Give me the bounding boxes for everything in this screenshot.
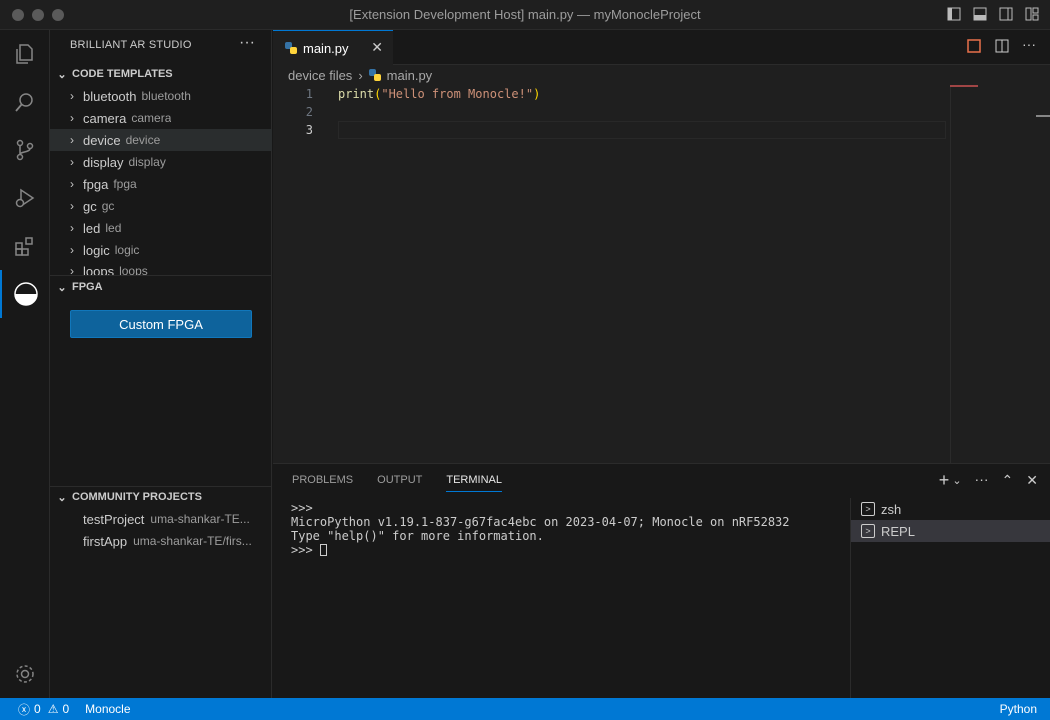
tab-problems[interactable]: PROBLEMS — [292, 474, 353, 492]
template-item-bluetooth[interactable]: › bluetooth bluetooth — [50, 85, 272, 107]
search-icon[interactable] — [0, 78, 50, 126]
window-title: [Extension Development Host] main.py — m… — [349, 7, 701, 22]
problems-status[interactable]: ⓧ 0 ⚠ 0 — [18, 701, 69, 718]
title-bar: [Extension Development Host] main.py — m… — [0, 0, 1050, 30]
breadcrumb: device files › main.py — [273, 65, 1050, 85]
close-panel-icon[interactable]: ✕ — [1026, 473, 1038, 489]
template-item-camera[interactable]: › camera camera — [50, 107, 272, 129]
template-item-device[interactable]: › device device — [50, 129, 272, 151]
customize-layout-icon[interactable] — [1024, 6, 1040, 22]
more-actions-icon[interactable]: ··· — [239, 34, 255, 52]
breadcrumb-file[interactable]: main.py — [387, 68, 433, 83]
source-control-icon[interactable] — [0, 126, 50, 174]
terminal-icon: > — [861, 502, 875, 516]
settings-gear-icon[interactable] — [0, 650, 50, 698]
tab-output[interactable]: OUTPUT — [377, 474, 422, 492]
terminal-output[interactable]: >>> MicroPython v1.19.1-837-g67fac4ebc on… — [291, 501, 790, 557]
toggle-primary-sidebar-icon[interactable] — [946, 6, 962, 22]
terminal-list: > zsh > REPL — [850, 498, 1050, 699]
run-debug-icon[interactable] — [0, 174, 50, 222]
brilliant-ar-studio-icon[interactable] — [0, 270, 50, 318]
chevron-right-icon: › — [358, 67, 363, 83]
terminal-cursor — [319, 544, 327, 556]
error-icon: ⓧ — [18, 702, 31, 717]
split-editor-icon[interactable] — [994, 38, 1010, 54]
community-projects-header[interactable]: ⌄ COMMUNITY PROJECTS — [50, 486, 272, 508]
scrollbar[interactable] — [1036, 115, 1050, 117]
warning-icon: ⚠ — [47, 702, 59, 716]
explorer-icon[interactable] — [0, 30, 50, 78]
terminal-icon: > — [861, 524, 875, 538]
breadcrumb-folder[interactable]: device files — [288, 68, 352, 83]
toggle-secondary-sidebar-icon[interactable] — [998, 6, 1014, 22]
python-file-icon — [368, 69, 381, 81]
tab-main-py[interactable]: main.py ✕ — [273, 30, 393, 65]
chevron-down-icon[interactable]: ⌄ — [952, 473, 961, 489]
community-project-testproject[interactable]: testProject uma-shankar-TE... — [83, 508, 269, 530]
chevron-right-icon: › — [70, 264, 74, 275]
chevron-right-icon: › — [70, 133, 74, 147]
maximize-panel-icon[interactable]: ⌃ — [1002, 473, 1014, 489]
template-item-led[interactable]: › led led — [50, 217, 272, 239]
activity-bar — [0, 30, 50, 698]
template-item-logic[interactable]: › logic logic — [50, 239, 272, 261]
toggle-panel-icon[interactable] — [972, 6, 988, 22]
editor-tabs-bar: main.py ✕ ··· — [273, 30, 1050, 65]
chevron-right-icon: › — [70, 111, 74, 125]
code-templates-header[interactable]: ⌄ CODE TEMPLATES — [50, 63, 272, 85]
minimap[interactable] — [950, 85, 951, 463]
preview-icon[interactable] — [966, 38, 982, 54]
chevron-down-icon: ⌄ — [57, 491, 67, 504]
chevron-right-icon: › — [70, 177, 74, 191]
bottom-panel: PROBLEMS OUTPUT TERMINAL + ⌄ ··· ⌃ ✕ >>>… — [273, 463, 1050, 699]
monocle-status[interactable]: Monocle — [85, 702, 130, 716]
sidebar: BRILLIANT AR STUDIO ··· ⌄ CODE TEMPLATES… — [50, 30, 272, 698]
template-item-fpga[interactable]: › fpga fpga — [50, 173, 272, 195]
extensions-icon[interactable] — [0, 222, 50, 270]
chevron-down-icon: ⌄ — [57, 281, 67, 294]
sidebar-title: BRILLIANT AR STUDIO — [70, 39, 192, 51]
community-project-firstapp[interactable]: firstApp uma-shankar-TE/firs... — [83, 530, 269, 552]
chevron-right-icon: › — [70, 199, 74, 213]
tab-terminal[interactable]: TERMINAL — [446, 474, 502, 492]
editor-more-icon[interactable]: ··· — [1022, 37, 1038, 54]
code-editor[interactable]: 1 print("Hello from Monocle!") 2 3 — [273, 85, 1050, 463]
terminal-item-zsh[interactable]: > zsh — [851, 498, 1050, 520]
close-tab-icon[interactable]: ✕ — [371, 39, 383, 56]
status-bar: ⓧ 0 ⚠ 0 Monocle Python — [0, 698, 1050, 720]
code-line: 2 — [305, 105, 313, 119]
template-item-display[interactable]: › display display — [50, 151, 272, 173]
chevron-right-icon: › — [70, 89, 74, 103]
chevron-right-icon: › — [70, 243, 74, 257]
custom-fpga-button[interactable]: Custom FPGA — [70, 310, 252, 338]
new-terminal-icon[interactable]: + — [939, 471, 950, 489]
fpga-header[interactable]: ⌄ FPGA — [50, 276, 272, 298]
chevron-right-icon: › — [70, 221, 74, 235]
python-file-icon — [285, 42, 297, 54]
minimap-marker — [950, 85, 978, 87]
chevron-right-icon: › — [70, 155, 74, 169]
template-item-gc[interactable]: › gc gc — [50, 195, 272, 217]
code-line: 3 — [305, 123, 313, 137]
language-mode[interactable]: Python — [1000, 702, 1037, 716]
chevron-down-icon: ⌄ — [57, 68, 67, 81]
terminal-item-repl[interactable]: > REPL — [851, 520, 1050, 542]
code-line: 1 print("Hello from Monocle!") — [305, 87, 541, 101]
template-item-loops[interactable]: › loops loops — [50, 261, 272, 275]
panel-more-icon[interactable]: ··· — [975, 472, 989, 489]
